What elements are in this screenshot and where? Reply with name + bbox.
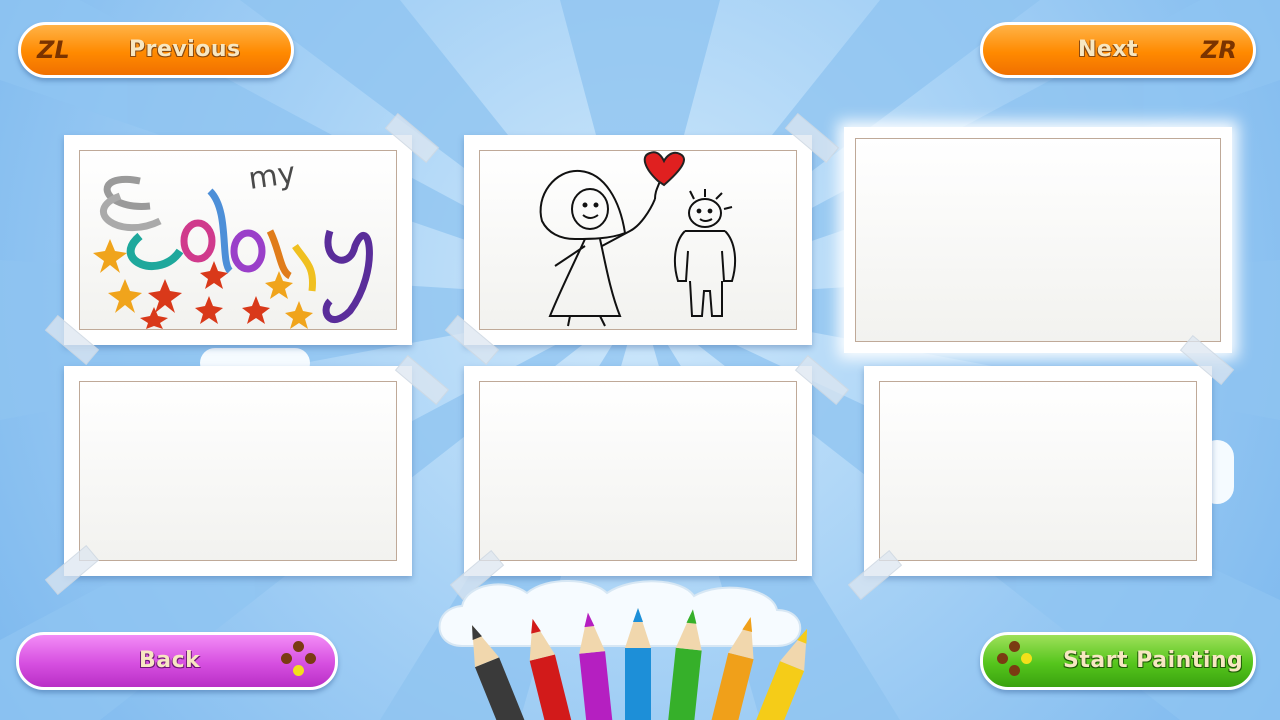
drawing-canvas: my bbox=[79, 150, 397, 330]
svg-text:my: my bbox=[246, 156, 297, 197]
start-painting-button[interactable]: Start Painting bbox=[980, 632, 1256, 690]
previous-label: Previous bbox=[129, 37, 241, 62]
zl-key-hint: ZL bbox=[37, 36, 70, 64]
drawing-slot-4[interactable] bbox=[64, 366, 412, 576]
drawing-slot-1[interactable]: my bbox=[64, 135, 412, 345]
drawing-canvas bbox=[479, 150, 797, 330]
drawing-slot-6[interactable] bbox=[864, 366, 1212, 576]
stick-figures-with-balloon-drawing bbox=[539, 151, 737, 327]
drawing-canvas-empty bbox=[879, 381, 1197, 561]
my-coloring-drawing: my bbox=[93, 156, 373, 329]
drawing-slot-5[interactable] bbox=[464, 366, 812, 576]
drawing-slot-3[interactable] bbox=[844, 127, 1232, 353]
drawing-canvas-empty bbox=[479, 381, 797, 561]
back-button[interactable]: Back bbox=[16, 632, 338, 690]
next-button[interactable]: Next ZR bbox=[980, 22, 1256, 78]
drawing-slot-2[interactable] bbox=[464, 135, 812, 345]
back-label: Back bbox=[139, 648, 201, 673]
start-painting-label: Start Painting bbox=[1063, 648, 1244, 673]
next-label: Next bbox=[1078, 37, 1139, 62]
colored-pencils-decoration bbox=[472, 608, 808, 720]
gamepad-buttons-icon bbox=[995, 641, 1035, 681]
previous-button[interactable]: ZL Previous bbox=[18, 22, 294, 78]
drawing-canvas-empty bbox=[79, 381, 397, 561]
zr-key-hint: ZR bbox=[1201, 36, 1237, 64]
gamepad-buttons-icon bbox=[279, 641, 319, 681]
drawing-canvas-empty bbox=[855, 138, 1221, 342]
